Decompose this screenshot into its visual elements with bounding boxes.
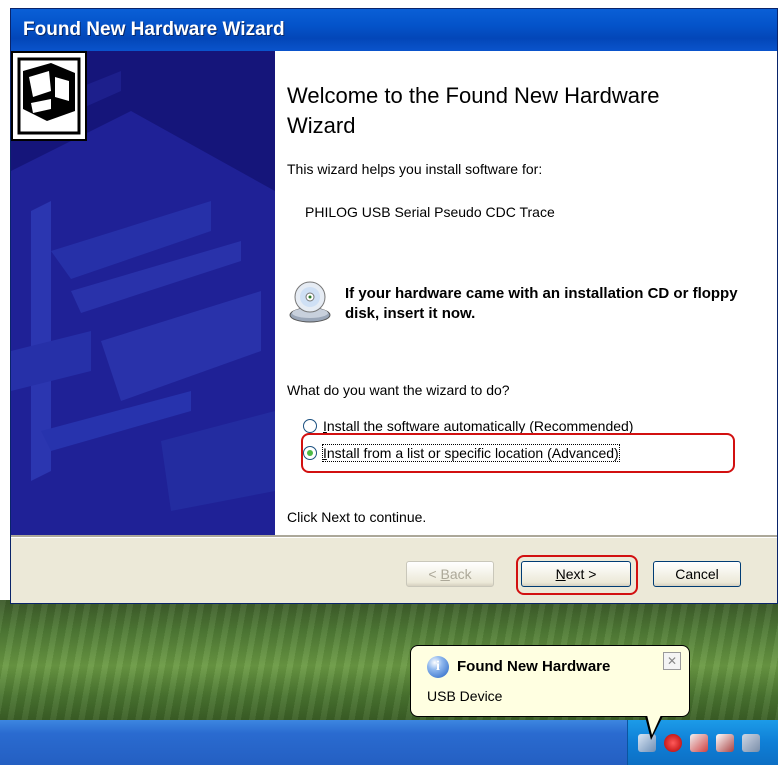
option-automatic-label: Install the software automatically (Reco… — [323, 418, 634, 434]
wizard-window: Found New Hardware Wizard Welcome to the… — [10, 8, 778, 604]
annotation-highlight-option — [301, 433, 735, 473]
intro-text: This wizard helps you install software f… — [287, 161, 543, 177]
info-icon: i — [427, 656, 449, 678]
window-title: Found New Hardware Wizard — [23, 19, 285, 40]
balloon-tail-inner — [647, 715, 661, 735]
tray-icon-extra[interactable] — [742, 734, 760, 752]
antivirus-icon[interactable] — [716, 734, 734, 752]
option-install-automatically[interactable]: Install the software automatically (Reco… — [303, 418, 633, 434]
cancel-button[interactable]: Cancel — [653, 561, 741, 587]
network-icon[interactable] — [690, 734, 708, 752]
device-name: PHILOG USB Serial Pseudo CDC Trace — [305, 204, 555, 220]
continue-hint: Click Next to continue. — [287, 509, 427, 525]
page-title: Welcome to the Found New Hardware Wizard — [287, 83, 660, 138]
wizard-side-panel — [11, 51, 275, 535]
title-bar[interactable]: Found New Hardware Wizard — [11, 9, 777, 51]
cd-icon — [289, 281, 331, 323]
balloon-text: USB Device — [427, 688, 503, 704]
wizard-content: Welcome to the Found New Hardware Wizard… — [275, 51, 777, 535]
wizard-question: What do you want the wizard to do? — [287, 382, 510, 398]
radio-automatic[interactable] — [303, 419, 317, 433]
hardware-icon — [11, 51, 87, 141]
close-icon[interactable]: ✕ — [663, 652, 681, 670]
annotation-highlight-next — [516, 555, 638, 595]
back-button[interactable]: < Back — [406, 561, 494, 587]
divider — [11, 535, 777, 538]
insert-disk-notice: If your hardware came with an installati… — [345, 285, 738, 322]
balloon-title: Found New Hardware — [457, 658, 611, 675]
security-alert-icon[interactable] — [664, 734, 682, 752]
notification-balloon[interactable]: i Found New Hardware ✕ USB Device — [410, 645, 690, 717]
